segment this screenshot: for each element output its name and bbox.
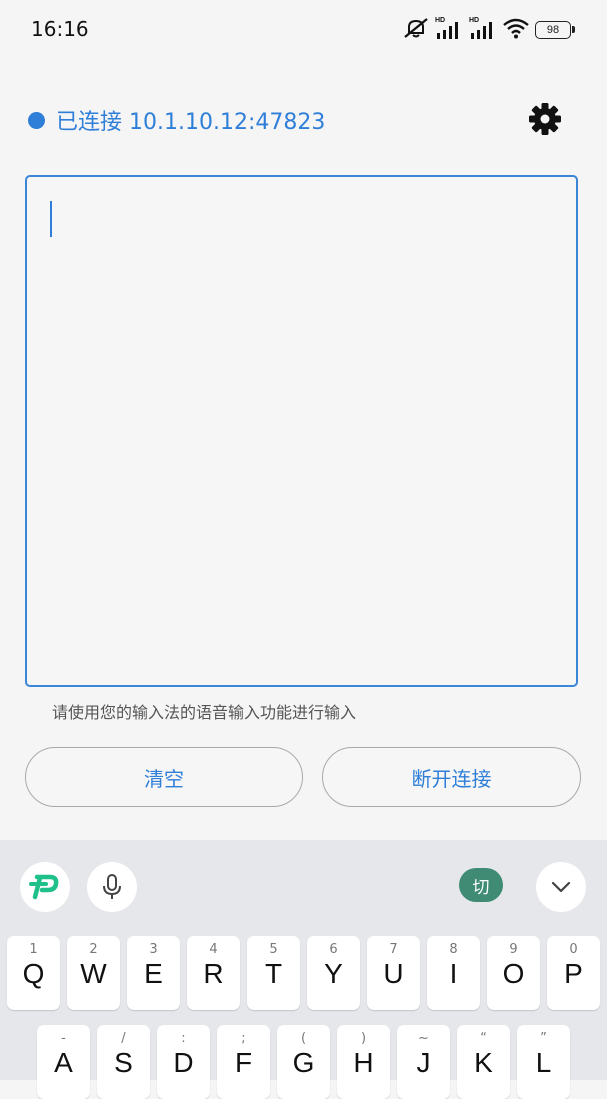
key-f[interactable]: ; F [217, 1025, 270, 1099]
hd-label-2: HD [469, 17, 480, 24]
key-l[interactable]: ” L [517, 1025, 570, 1099]
text-caret [50, 201, 52, 237]
settings-gear-icon[interactable] [526, 100, 564, 138]
status-bar: 16:16 HD HD 98 [0, 0, 607, 58]
connection-status: 已连接 10.1.10.12:47823 [28, 104, 325, 136]
key-d[interactable]: : D [157, 1025, 210, 1099]
microphone-icon[interactable] [87, 862, 137, 912]
key-w[interactable]: 2 W [67, 936, 120, 1010]
key-o[interactable]: 9 O [487, 936, 540, 1010]
wifi-icon [503, 17, 529, 43]
key-q[interactable]: 1 Q [7, 936, 60, 1010]
battery-icon: 98 [535, 21, 575, 39]
key-i[interactable]: 8 I [427, 936, 480, 1010]
key-t[interactable]: 5 T [247, 936, 300, 1010]
input-helper-text: 请使用您的输入法的语音输入功能进行输入 [52, 703, 357, 722]
mute-bell-icon [403, 17, 429, 43]
key-y[interactable]: 6 Y [307, 936, 360, 1010]
status-time: 16:16 [31, 17, 89, 41]
key-u[interactable]: 7 U [367, 936, 420, 1010]
chevron-down-icon[interactable] [536, 862, 586, 912]
key-r[interactable]: 4 R [187, 936, 240, 1010]
cell-signal-icon-2: HD [469, 17, 497, 41]
key-k[interactable]: “ K [457, 1025, 510, 1099]
key-p[interactable]: 0 P [547, 936, 600, 1010]
connection-status-text: 已连接 10.1.10.12:47823 [56, 110, 326, 135]
key-h[interactable]: ) H [337, 1025, 390, 1099]
key-e[interactable]: 3 E [127, 936, 180, 1010]
voice-text-input[interactable] [25, 175, 578, 687]
key-g[interactable]: ( G [277, 1025, 330, 1099]
hd-label-1: HD [435, 17, 446, 24]
disconnect-button[interactable]: 断开连接 [322, 747, 581, 807]
input-switch-button[interactable]: 切 [459, 868, 503, 902]
keyboard-logo-icon[interactable] [20, 862, 70, 912]
clear-button[interactable]: 清空 [25, 747, 303, 807]
cell-signal-icon-1: HD [435, 17, 463, 41]
connection-dot-icon [28, 111, 45, 129]
status-icons: HD HD 98 [403, 17, 575, 43]
key-j[interactable]: ~ J [397, 1025, 450, 1099]
key-a[interactable]: - A [37, 1025, 90, 1099]
key-s[interactable]: / S [97, 1025, 150, 1099]
soft-keyboard: 切 1 Q 2 W 3 E 4 R 5 T 6 Y 7 U 8 I 9 O 0 [0, 840, 607, 1099]
